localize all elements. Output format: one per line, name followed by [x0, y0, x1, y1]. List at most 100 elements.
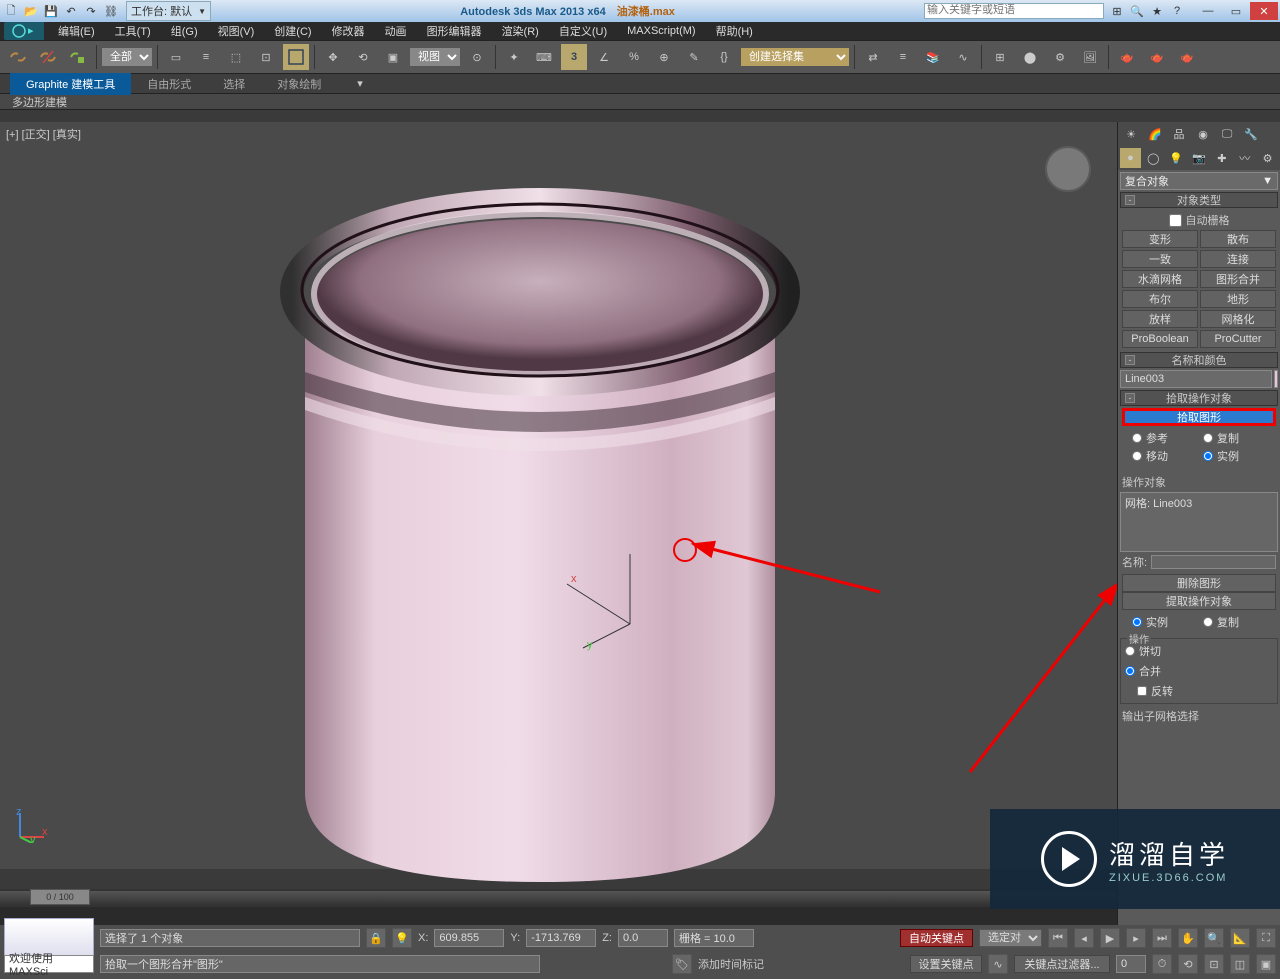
- qat-undo-icon[interactable]: ↶: [62, 2, 80, 20]
- time-config-icon[interactable]: ⏱: [1152, 954, 1172, 974]
- window-crossing-icon[interactable]: ⊡: [252, 43, 280, 71]
- btn-morph[interactable]: 变形: [1122, 230, 1198, 248]
- viewport-label[interactable]: [+] [正交] [真实]: [6, 126, 81, 142]
- tab-graphite[interactable]: Graphite 建模工具: [10, 73, 131, 95]
- operand-listbox[interactable]: 网格: Line003: [1120, 492, 1278, 552]
- selection-filter[interactable]: 全部: [101, 47, 153, 67]
- btn-blobmesh[interactable]: 水滴网格: [1122, 270, 1198, 288]
- lights-icon[interactable]: 💡: [1166, 148, 1187, 168]
- delete-shape-button[interactable]: 删除图形: [1122, 574, 1276, 592]
- menu-group[interactable]: 组(G): [161, 21, 208, 41]
- prev-frame-icon[interactable]: ◂: [1074, 928, 1094, 948]
- prev-key-icon[interactable]: ⏮: [1048, 928, 1068, 948]
- unlink-icon[interactable]: [34, 43, 62, 71]
- pivot-icon[interactable]: ⊙: [463, 43, 491, 71]
- radio-copy[interactable]: 复制: [1203, 430, 1266, 446]
- ref-coord-dropdown[interactable]: 视图: [409, 47, 461, 67]
- btn-loft[interactable]: 放样: [1122, 310, 1198, 328]
- keyboard-shortcut-icon[interactable]: ⌨: [530, 43, 558, 71]
- timeline[interactable]: 0 / 100: [0, 889, 1117, 907]
- qat-save-icon[interactable]: 💾: [42, 2, 60, 20]
- shapes-icon[interactable]: ◯: [1143, 148, 1164, 168]
- tab-freeform[interactable]: 自由形式: [131, 73, 207, 95]
- ribbon-expand-icon[interactable]: ▾: [357, 77, 363, 90]
- motion-icon[interactable]: ◉: [1192, 124, 1214, 144]
- add-time-tag[interactable]: 添加时间标记: [698, 956, 764, 972]
- move-icon[interactable]: ✥: [319, 43, 347, 71]
- layer-icon[interactable]: 📚: [919, 43, 947, 71]
- percent-snap-icon[interactable]: %: [620, 43, 648, 71]
- hierarchy-icon[interactable]: 品: [1168, 124, 1190, 144]
- helpers-icon[interactable]: ✚: [1211, 148, 1232, 168]
- viewcube[interactable]: [1041, 142, 1097, 198]
- material-icon[interactable]: ⬤: [1016, 43, 1044, 71]
- viewport-pan-icon[interactable]: ✋: [1178, 928, 1198, 948]
- select-by-name-icon[interactable]: ≡: [192, 43, 220, 71]
- scale-icon[interactable]: ▣: [379, 43, 407, 71]
- help-icon[interactable]: ?: [1168, 2, 1186, 20]
- radio-reference[interactable]: 参考: [1132, 430, 1195, 446]
- menu-tools[interactable]: 工具(T): [105, 21, 161, 41]
- next-key-icon[interactable]: ⏭: [1152, 928, 1172, 948]
- viewport-zoom-icon[interactable]: 🔍: [1204, 928, 1224, 948]
- viewport-zoom-ext-icon[interactable]: ⊡: [1204, 954, 1224, 974]
- rainbow-icon[interactable]: 🌈: [1144, 124, 1166, 144]
- manipulate-icon[interactable]: ✦: [500, 43, 528, 71]
- exchange-icon[interactable]: ⊞: [1108, 2, 1126, 20]
- pick-shape-button[interactable]: 拾取图形: [1122, 408, 1276, 426]
- extract-operand-button[interactable]: 提取操作对象: [1122, 592, 1276, 610]
- curve-editor-icon[interactable]: ∿: [949, 43, 977, 71]
- systems-icon[interactable]: ⚙: [1257, 148, 1278, 168]
- viewport-max-icon[interactable]: ⛶: [1256, 928, 1276, 948]
- app-menu-icon[interactable]: ▸: [4, 22, 44, 40]
- radio-ext-copy[interactable]: 复制: [1203, 614, 1266, 630]
- menu-rendering[interactable]: 渲染(R): [492, 21, 549, 41]
- rollout-pick-operand[interactable]: -拾取操作对象: [1120, 390, 1278, 406]
- btn-shapemerge[interactable]: 图形合并: [1200, 270, 1276, 288]
- named-selection-set[interactable]: 创建选择集: [740, 47, 850, 67]
- geometry-icon[interactable]: ●: [1120, 148, 1141, 168]
- search-box[interactable]: [924, 3, 1104, 19]
- viewport-region-icon[interactable]: ◫: [1230, 954, 1250, 974]
- menu-animation[interactable]: 动画: [375, 21, 417, 41]
- workspace-dropdown[interactable]: 工作台: 默认 ▼: [126, 1, 211, 21]
- btn-mesher[interactable]: 网格化: [1200, 310, 1276, 328]
- operand-name-field[interactable]: [1151, 555, 1276, 569]
- menu-create[interactable]: 创建(C): [264, 21, 321, 41]
- spinner-snap-icon[interactable]: ⊕: [650, 43, 678, 71]
- search-input[interactable]: [925, 4, 1103, 16]
- radio-move[interactable]: 移动: [1132, 448, 1195, 464]
- object-name-input[interactable]: [1120, 370, 1272, 388]
- mirror-icon[interactable]: ⇄: [859, 43, 887, 71]
- render-production-icon[interactable]: 🫖: [1113, 43, 1141, 71]
- key-mode-dropdown[interactable]: 选定对: [979, 929, 1042, 947]
- sun-icon[interactable]: ☀: [1120, 124, 1142, 144]
- category-dropdown[interactable]: 复合对象▼: [1120, 172, 1278, 190]
- btn-scatter[interactable]: 散布: [1200, 230, 1276, 248]
- menu-modifiers[interactable]: 修改器: [322, 21, 375, 41]
- angle-snap-icon[interactable]: ∠: [590, 43, 618, 71]
- check-invert[interactable]: 反转: [1137, 683, 1273, 699]
- track-bar[interactable]: [0, 907, 1117, 925]
- qat-open-icon[interactable]: 📂: [22, 2, 40, 20]
- y-coord[interactable]: -1713.769: [526, 929, 596, 947]
- play-icon[interactable]: ▶: [1100, 928, 1120, 948]
- btn-procutter[interactable]: ProCutter: [1200, 330, 1276, 348]
- btn-boolean[interactable]: 布尔: [1122, 290, 1198, 308]
- autokey-button[interactable]: 自动关键点: [900, 929, 973, 947]
- radio-instance[interactable]: 实例: [1203, 448, 1266, 464]
- maximize-button[interactable]: ▭: [1222, 2, 1250, 20]
- btn-terrain[interactable]: 地形: [1200, 290, 1276, 308]
- btn-connect[interactable]: 连接: [1200, 250, 1276, 268]
- render-iterative-icon[interactable]: 🫖: [1143, 43, 1171, 71]
- viewport-orbit-icon[interactable]: ⟲: [1178, 954, 1198, 974]
- render-frame-icon[interactable]: 🖼: [1076, 43, 1104, 71]
- btn-proboolean[interactable]: ProBoolean: [1122, 330, 1198, 348]
- menu-maxscript[interactable]: MAXScript(M): [617, 23, 705, 39]
- key-filters-button[interactable]: 关键点过滤器...: [1014, 955, 1110, 973]
- display-icon[interactable]: 🖵: [1216, 124, 1238, 144]
- z-coord[interactable]: 0.0: [618, 929, 668, 947]
- bucket-model[interactable]: [240, 142, 840, 892]
- key-filters-icon[interactable]: ∿: [988, 954, 1008, 974]
- schematic-icon[interactable]: ⊞: [986, 43, 1014, 71]
